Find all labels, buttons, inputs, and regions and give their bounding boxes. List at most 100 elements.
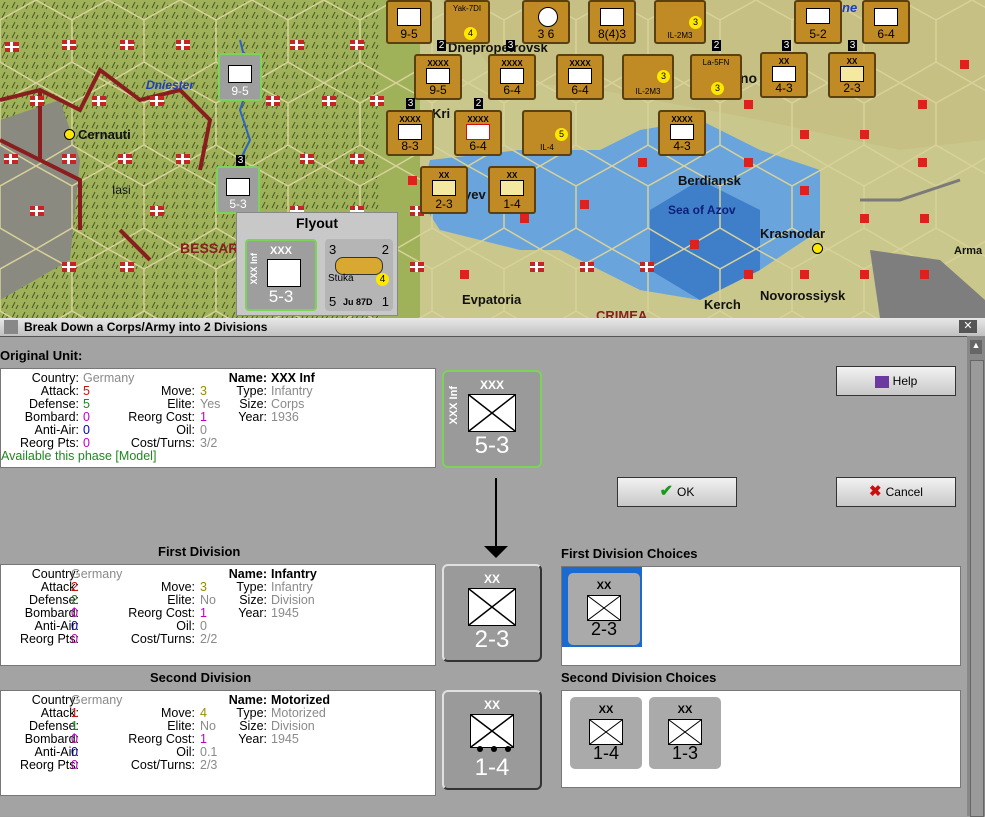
- cost-turns-value: 2/2: [200, 632, 218, 646]
- city-partial-ne: ne: [842, 0, 858, 15]
- flyout-air-counter[interactable]: 3 2 Stuka 4 5 Ju 87D 1: [325, 239, 393, 311]
- unit-counter-axis[interactable]: 9-5: [218, 53, 262, 101]
- counter-badge: 3: [657, 70, 670, 83]
- norway-flag-icon: [5, 42, 19, 52]
- help-button[interactable]: Help: [836, 366, 956, 396]
- unit-counter-axis-selected[interactable]: 5-3: [216, 166, 260, 214]
- city-krasnodar: Krasnodar: [760, 226, 826, 241]
- counter-type: XXX Inf: [448, 386, 460, 425]
- unit-counter-soviet-air[interactable]: IL-2M3 3: [622, 54, 674, 100]
- unit-counter-soviet[interactable]: 8(4)3: [588, 0, 636, 44]
- counter-strength: 6-4: [503, 83, 521, 97]
- unit-counter-soviet[interactable]: XXXX 6-4: [488, 54, 536, 100]
- infantry-symbol-icon: [668, 719, 702, 745]
- counter-type: IL-2M3: [667, 31, 693, 40]
- defense-value: 1: [71, 719, 78, 733]
- attack-value: 2: [71, 580, 78, 594]
- unit-counter-soviet[interactable]: XX 4-3: [760, 52, 808, 98]
- name-value: Motorized: [271, 693, 331, 707]
- norway-flag-icon: [150, 96, 164, 106]
- unit-counter-soviet[interactable]: 3 6: [522, 0, 570, 44]
- counter-badge: 3: [689, 16, 702, 29]
- supply-marker: [800, 186, 809, 195]
- city-cernauti: Cernauti: [78, 127, 131, 142]
- unit-counter-soviet[interactable]: 5-2: [794, 0, 842, 44]
- stack-count: 2: [712, 40, 721, 51]
- infantry-symbol-icon: [398, 124, 422, 140]
- dialog-titlebar[interactable]: Break Down a Corps/Army into 2 Divisions…: [0, 318, 985, 337]
- region-bessarabia: BESSAR: [180, 240, 239, 256]
- size-label: Size:: [239, 719, 267, 733]
- unit-counter-soviet-air[interactable]: La-5FN 3: [690, 54, 742, 100]
- stack-count: 2: [474, 98, 483, 109]
- country-label: Country:: [31, 371, 79, 385]
- bombard-label: Bombard:: [24, 410, 79, 424]
- second-choice-item[interactable]: XX 1-4: [570, 697, 642, 769]
- close-icon[interactable]: ✕: [959, 320, 977, 333]
- second-choice-item[interactable]: XX 1-3: [649, 697, 721, 769]
- infantry-symbol-icon: [874, 8, 898, 26]
- unit-counter-soviet[interactable]: XX 2-3: [828, 52, 876, 98]
- unit-counter-soviet[interactable]: 6-4: [862, 0, 910, 44]
- unit-counter-soviet[interactable]: XXXX 6-4: [454, 110, 502, 156]
- supply-marker: [960, 60, 969, 69]
- ok-button[interactable]: ✔ OK: [617, 477, 737, 507]
- unit-counter-soviet-air[interactable]: Yak-7DI 4: [444, 0, 490, 44]
- norway-flag-icon: [62, 154, 76, 164]
- scrollbar-thumb[interactable]: [970, 360, 984, 817]
- supply-marker: [860, 214, 869, 223]
- type-value: Infantry: [271, 384, 313, 398]
- counter-type: XXX Inf: [249, 253, 259, 285]
- counter-strength: 2-3: [435, 197, 453, 211]
- vertical-scrollbar[interactable]: ▲: [967, 336, 985, 817]
- oil-value: 0.1: [200, 745, 218, 759]
- strategic-map[interactable]: Cernauti Iasi BESSAR Dniester Dnepropetr…: [0, 0, 985, 318]
- unit-counter-soviet-air[interactable]: IL-4 5: [522, 110, 572, 156]
- counter-strength: 5-3: [474, 432, 510, 459]
- unit-counter-soviet[interactable]: XX 1-4: [488, 166, 536, 214]
- counter-size: XX: [596, 580, 612, 592]
- cancel-label: Cancel: [885, 485, 923, 499]
- norway-flag-icon: [118, 154, 132, 164]
- reorg-cost-value: 1: [200, 732, 207, 746]
- scroll-up-icon[interactable]: ▲: [970, 340, 982, 354]
- cancel-button[interactable]: ✖ Cancel: [836, 477, 956, 507]
- unit-counter-soviet-air[interactable]: IL-2M3 3: [654, 0, 706, 44]
- unit-counter-soviet[interactable]: XX 2-3: [420, 166, 468, 214]
- unit-counter-soviet[interactable]: XXXX 9-5: [414, 54, 462, 100]
- size-label: Size:: [239, 593, 267, 607]
- unit-counter-soviet[interactable]: 9-5: [386, 0, 432, 44]
- norway-flag-icon: [62, 262, 76, 272]
- counter-strength: 2-3: [843, 81, 861, 95]
- norway-flag-icon: [350, 154, 364, 164]
- air-badge: 4: [376, 273, 389, 286]
- infantry-symbol-icon: [500, 180, 524, 196]
- supply-marker: [744, 100, 753, 109]
- infantry-symbol-icon: [466, 124, 490, 140]
- counter-strength: 2-3: [590, 619, 617, 639]
- availability-note: Available this phase [Model]: [1, 449, 157, 463]
- flyout-unit-counter[interactable]: XXX XXX Inf 5-3: [245, 239, 317, 311]
- mountain-symbol-icon: [670, 124, 694, 140]
- help-label: Help: [892, 374, 918, 388]
- supply-marker: [800, 270, 809, 279]
- stack-count: 3: [848, 40, 857, 51]
- counter-strength: 5-2: [809, 27, 827, 41]
- city-kri: Kri: [432, 106, 451, 121]
- city-evpatoria: Evpatoria: [462, 292, 522, 307]
- first-division-counter: XX 2-3: [442, 564, 542, 662]
- cost-turns-value: 3/2: [200, 436, 218, 450]
- unit-counter-soviet[interactable]: XXXX 8-3: [386, 110, 434, 156]
- second-division-choices-list[interactable]: XX 1-4 XX 1-3: [561, 690, 961, 788]
- city-partial-no: no: [740, 70, 758, 86]
- name-value: Infantry: [271, 567, 317, 581]
- supply-marker: [408, 176, 417, 185]
- second-division-counter: XX 1-4: [442, 690, 542, 790]
- unit-counter-soviet[interactable]: XXXX 6-4: [556, 54, 604, 100]
- first-division-choices-list[interactable]: XX 2-3: [561, 566, 961, 666]
- name-label: Name:: [228, 693, 267, 707]
- first-choice-item[interactable]: XX 2-3: [568, 573, 640, 645]
- reorg-cost-value: 1: [200, 606, 207, 620]
- unit-counter-soviet[interactable]: XXXX 4-3: [658, 110, 706, 156]
- attack-label: Attack:: [40, 384, 79, 398]
